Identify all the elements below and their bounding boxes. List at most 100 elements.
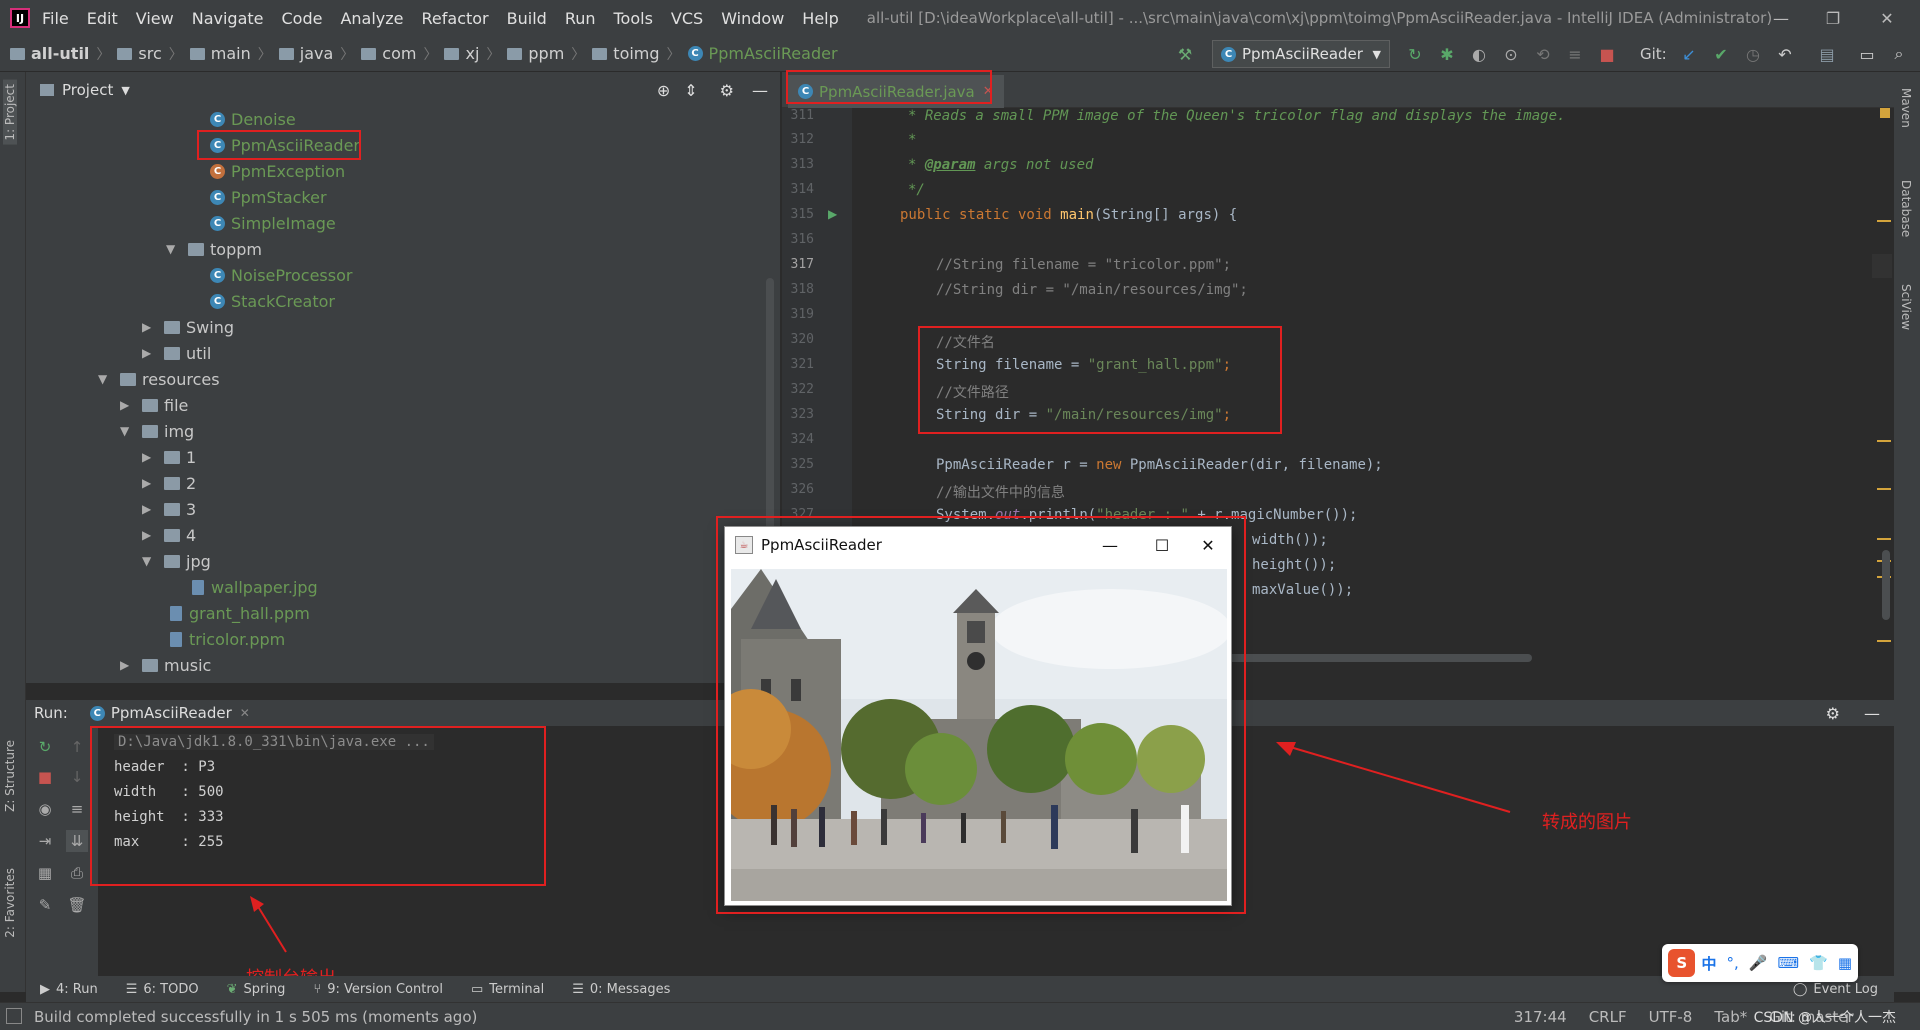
tree-item[interactable]: ▼ resources [98,366,220,392]
chevron-down-icon[interactable]: ▼ [142,554,156,568]
run-tab[interactable]: C PpmAsciiReader ✕ [89,704,250,722]
breadcrumb-item[interactable]: xj [465,44,479,63]
menu-navigate[interactable]: Navigate [192,9,264,28]
rerun-icon[interactable]: ↻ [1404,43,1426,65]
tree-item-selected[interactable]: C PpmAsciiReader [210,132,360,158]
build-hammer-icon[interactable]: ⚒ [1174,43,1196,65]
trash-icon[interactable]: 🗑 [66,894,88,916]
git-rollback-icon[interactable]: ↶ [1774,43,1796,65]
tab-terminal[interactable]: ▭ Terminal [471,982,544,997]
breadcrumb-item[interactable]: ppm [528,44,564,63]
tree-item[interactable]: ▼ jpg [142,548,211,574]
run-configuration-select[interactable]: C PpmAsciiReader ▼ [1212,40,1390,68]
menu-help[interactable]: Help [802,9,838,28]
ime-punctuation[interactable]: °, [1727,954,1739,972]
tree-item[interactable]: ▶ Swing [142,314,234,340]
tool-window-maven[interactable]: Maven [1899,88,1913,128]
tree-item[interactable]: C PpmStacker [210,184,327,210]
chevron-right-icon[interactable]: ▶ [142,320,156,334]
layout-icon[interactable]: ▦ [34,862,56,884]
breadcrumb-item[interactable]: toimg [613,44,659,63]
soft-wrap-icon[interactable]: ≡ [66,798,88,820]
java-image-window[interactable]: ☕ PpmAsciiReader — ☐ ✕ [724,526,1232,906]
tab-run[interactable]: ▶ 4: Run [40,982,98,997]
chevron-down-icon[interactable]: ▼ [120,424,134,438]
attach-icon[interactable]: ⟲ [1532,43,1554,65]
file-encoding[interactable]: UTF-8 [1649,1008,1693,1026]
scroll-marker[interactable] [1877,440,1891,442]
chevron-right-icon[interactable]: ▶ [142,502,156,516]
tab-messages[interactable]: ☰ 0: Messages [572,982,670,997]
tab-todo[interactable]: ☰ 6: TODO [126,982,199,997]
rerun-icon[interactable]: ↻ [34,736,56,758]
tool-window-sciview[interactable]: SciView [1899,284,1913,330]
tree-item[interactable]: ▶ util [142,340,211,366]
close-icon[interactable]: ✕ [1185,527,1231,563]
status-toggle-icon[interactable] [6,1008,22,1024]
chevron-right-icon[interactable]: ▶ [142,450,156,464]
restore-icon[interactable]: ❐ [1808,0,1858,36]
scroll-down-icon[interactable]: ↓ [66,766,88,788]
tool-window-favorites[interactable]: 2: Favorites [3,868,17,938]
layout-icon[interactable]: ≡ [1564,43,1586,65]
git-history-icon[interactable]: ◷ [1742,43,1764,65]
search-icon[interactable]: ⌕ [1888,43,1910,65]
scroll-marker[interactable] [1877,640,1891,642]
indent-setting[interactable]: Tab* [1714,1008,1747,1026]
tree-scrollbar[interactable] [766,278,774,538]
menu-vcs[interactable]: VCS [671,9,703,28]
tool-window-project[interactable]: 1: Project [3,80,17,145]
minimize-icon[interactable]: — [1087,527,1133,563]
tool-window-structure[interactable]: Z: Structure [3,740,17,812]
pin-icon[interactable]: ✎ [34,894,56,916]
menu-window[interactable]: Window [721,9,784,28]
menu-run[interactable]: Run [565,9,596,28]
tree-item[interactable]: grant_hall.ppm [170,600,310,626]
toolbox-icon[interactable]: ▦ [1838,954,1852,972]
tab-ppmasciireader-java[interactable]: C PpmAsciiReader.java ✕ [788,75,1004,108]
debug-icon[interactable]: ✱ [1436,43,1458,65]
layout-toggle-icon[interactable]: ▭ [1856,43,1878,65]
camera-icon[interactable]: ◉ [34,798,56,820]
tree-item[interactable]: ▶ 3 [142,496,196,522]
tree-item[interactable]: ▶ file [120,392,188,418]
scroll-up-icon[interactable]: ↑ [66,736,88,758]
tree-item[interactable]: C Denoise [210,108,296,132]
tree-item[interactable]: ▶ 2 [142,470,196,496]
chevron-right-icon[interactable]: ▶ [120,398,134,412]
breadcrumb-item[interactable]: PpmAsciiReader [709,44,838,63]
close-tab-icon[interactable]: ✕ [240,706,250,720]
run-gutter-icon[interactable]: ▶ [828,207,837,221]
maximize-icon[interactable]: ☐ [1139,527,1185,563]
git-update-icon[interactable]: ↙ [1678,43,1700,65]
tool-window-database[interactable]: Database [1899,180,1913,237]
collapse-icon[interactable]: ⇕ [684,81,697,100]
skin-icon[interactable]: 👕 [1809,954,1828,972]
git-commit-icon[interactable]: ✔ [1710,43,1732,65]
menu-build[interactable]: Build [507,9,547,28]
scroll-marker[interactable] [1877,538,1891,540]
menu-refactor[interactable]: Refactor [422,9,489,28]
close-icon[interactable]: ✕ [1862,0,1912,36]
locate-icon[interactable]: ⊕ [657,81,670,100]
menu-analyze[interactable]: Analyze [340,9,403,28]
editor-vertical-scrollbar[interactable] [1882,550,1890,620]
warning-marker-icon[interactable] [1880,108,1890,118]
menu-edit[interactable]: Edit [87,9,118,28]
scroll-marker[interactable] [1877,488,1891,490]
tree-item[interactable]: C NoiseProcessor [210,262,352,288]
hide-icon[interactable]: — [752,81,768,100]
tab-version-control[interactable]: ⑂ 9: Version Control [313,982,443,997]
line-separator[interactable]: CRLF [1589,1008,1627,1026]
chevron-right-icon[interactable]: ▶ [142,528,156,542]
menu-file[interactable]: File [42,9,69,28]
scroll-to-end-icon[interactable]: ⇊ [66,830,88,852]
keyboard-icon[interactable]: ⌨ [1777,954,1799,972]
microphone-icon[interactable]: 🎤 [1749,954,1768,972]
status-message[interactable]: Build completed successfully in 1 s 505 … [34,1008,477,1026]
tree-item[interactable]: tricolor.ppm [170,626,285,652]
breadcrumb-item[interactable]: all-util [31,44,89,63]
caret-position[interactable]: 317:44 [1514,1008,1567,1026]
ime-chinese-mode[interactable]: 中 [1701,953,1716,974]
minimize-icon[interactable]: — [1756,0,1806,36]
